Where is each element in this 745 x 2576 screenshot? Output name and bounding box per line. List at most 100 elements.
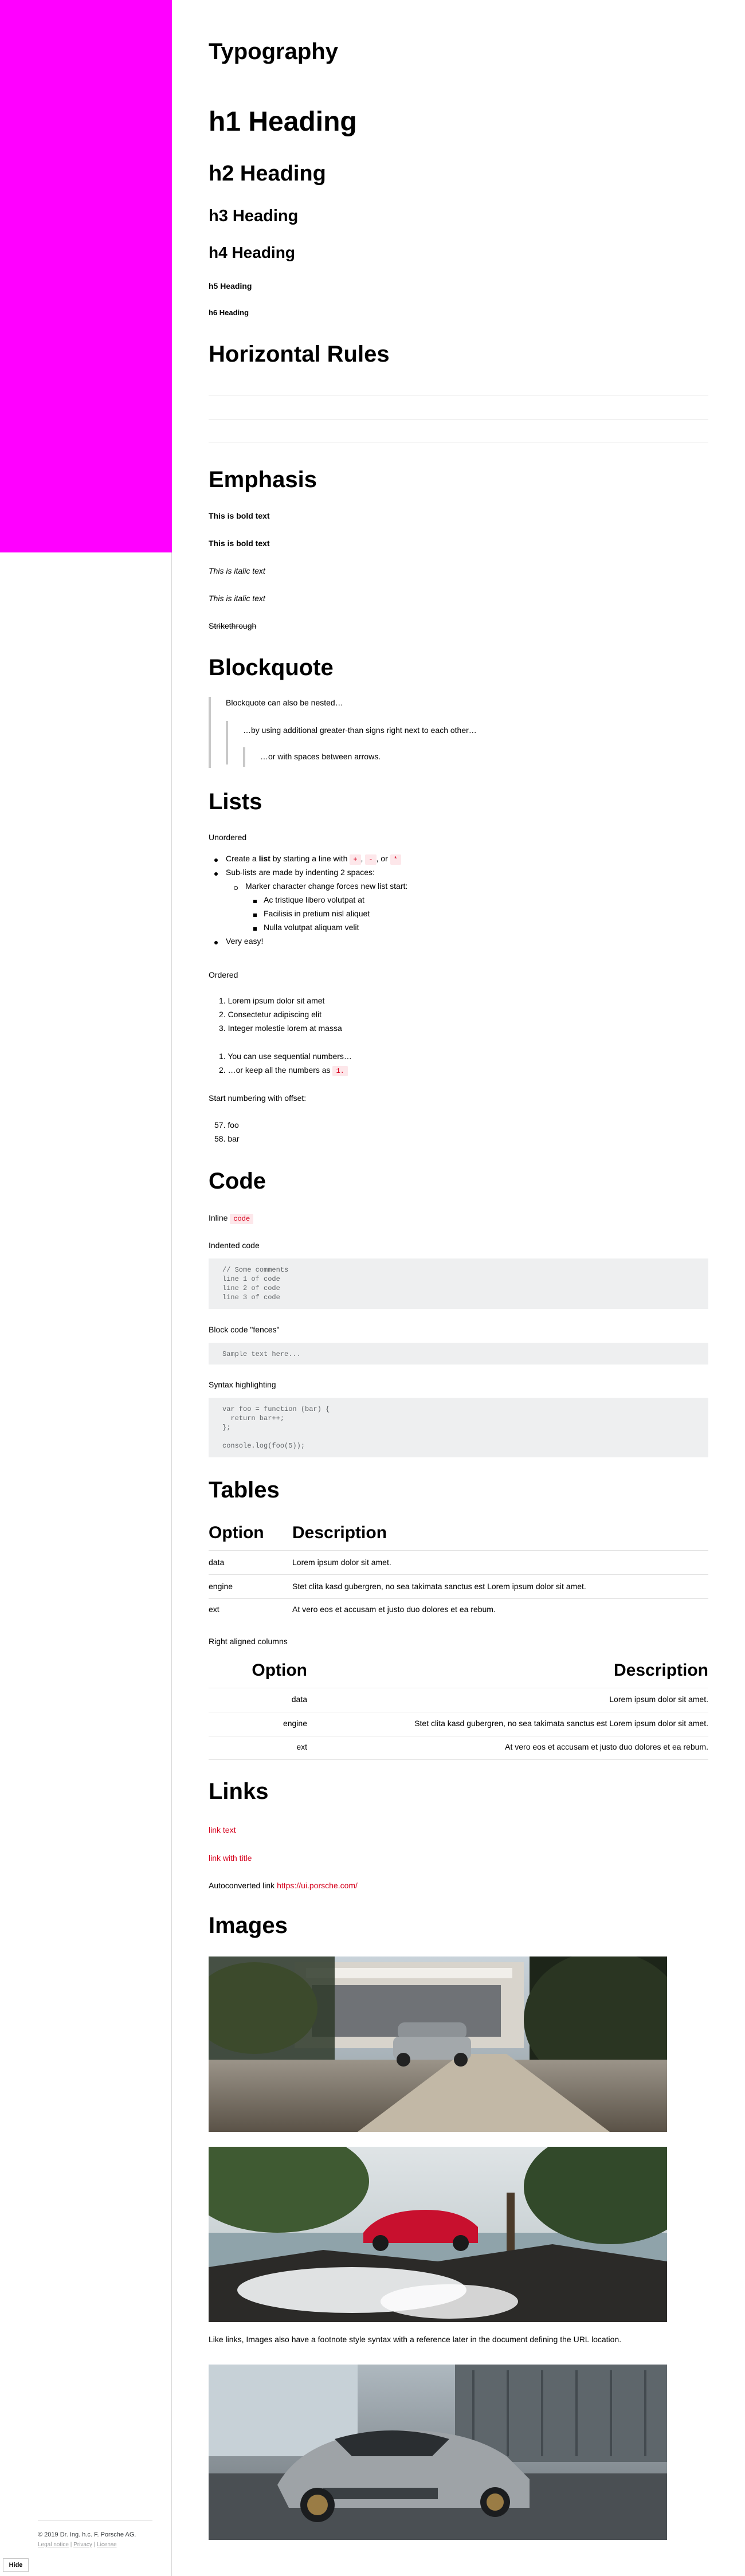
list-item-bold: list [258, 854, 270, 863]
table-cell-description: Lorem ipsum dolor sit amet. [609, 1695, 708, 1704]
bullet-square [253, 913, 257, 917]
strikethrough-text: Strikethrough [209, 621, 257, 630]
ordered-list-item: 57. foo [214, 1120, 239, 1130]
table-cell-option: engine [283, 1719, 307, 1728]
table-left-aligned: Option Description data Lorem ipsum dolo… [209, 1523, 708, 1615]
ordered-list-item: 2. Consectetur adipiscing elit [219, 1010, 321, 1019]
table-right-aligned: Option Description data Lorem ipsum dolo… [209, 1661, 708, 1761]
footer-sep: | [68, 2542, 74, 2548]
ordered-list-item: 2. …or keep all the numbers as 1. [219, 1065, 348, 1076]
image-porsche-gt2rs [209, 2365, 667, 2540]
table-header-description: Description [292, 1523, 387, 1542]
table-cell-option: data [209, 1558, 225, 1567]
bold-text: This is bold text [209, 539, 270, 548]
sidebar: © 2019 Dr. Ing. h.c. F. Porsche AG. Lega… [0, 0, 172, 2576]
section-title-emphasis: Emphasis [209, 467, 317, 492]
h4-heading: h4 Heading [209, 244, 295, 261]
ordered-list-item: 3. Integer molestie lorem at massa [219, 1024, 342, 1033]
list-item: Nulla volutpat aliquam velit [264, 923, 359, 932]
list-label-unordered: Unordered [209, 833, 247, 842]
inline-code-line: Inline code [209, 1213, 708, 1224]
table-row-divider [209, 1550, 708, 1551]
table-row-divider [209, 1759, 708, 1760]
code-block-fences: Sample text here... [209, 1343, 708, 1365]
link-text[interactable]: link text [209, 1825, 708, 1834]
sidebar-brand-area [0, 0, 172, 552]
sidebar-footer: © 2019 Dr. Ing. h.c. F. Porsche AG. Lega… [38, 2520, 152, 2548]
section-title-blockquote: Blockquote [209, 655, 334, 680]
italic-text: This is italic text [209, 566, 265, 575]
h5-heading: h5 Heading [209, 281, 252, 291]
nested-blockquote: …by using additional greater-than signs … [226, 721, 708, 767]
blockquote-text: Blockquote can also be nested… [226, 698, 343, 707]
footer-links: Legal notice | Privacy | License [38, 2542, 152, 2548]
link-with-title[interactable]: link with title [209, 1853, 708, 1863]
bullet-disc [214, 872, 218, 876]
table-cell-description: Stet clita kasd gubergren, no sea takima… [414, 1719, 708, 1728]
code-label-syntax: Syntax highlighting [209, 1380, 276, 1389]
list-item: Create a list by starting a line with +,… [226, 854, 401, 865]
list-label-offset: Start numbering with offset: [209, 1093, 307, 1103]
nested-blockquote: …or with spaces between arrows. [243, 747, 708, 767]
bold-text: This is bold text [209, 511, 270, 520]
table-cell-description: At vero eos et accusam et justo duo dolo… [292, 1605, 496, 1614]
code-block-syntax: var foo = function (bar) { return bar++;… [209, 1398, 708, 1457]
table-cell-description: Stet clita kasd gubergren, no sea takima… [292, 1582, 586, 1591]
footer-sep: | [92, 2542, 97, 2548]
list-item-text: , [360, 854, 363, 863]
ordered-list-item: 1. Lorem ipsum dolor sit amet [219, 996, 325, 1005]
h1-heading: h1 Heading [209, 107, 357, 137]
list-item-text: by starting a line with [270, 854, 350, 863]
image-porsche-boxster [209, 2147, 667, 2322]
table-cell-option: engine [209, 1582, 233, 1591]
table-header-option: Option [252, 1661, 307, 1680]
list-item: Marker character change forces new list … [245, 881, 408, 891]
inline-code: 1. [332, 1066, 348, 1076]
list-item-text: , or [376, 854, 388, 863]
autoconverted-link[interactable]: https://ui.porsche.com/ [277, 1881, 358, 1890]
copyright-text: © 2019 Dr. Ing. h.c. F. Porsche AG. [38, 2531, 136, 2538]
table-cell-description: Lorem ipsum dolor sit amet. [292, 1558, 391, 1567]
image-porsche-house [209, 1956, 667, 2132]
ordered-list-item: 58. bar [214, 1134, 240, 1143]
blockquote: Blockquote can also be nested… …by using… [209, 697, 708, 768]
table-header-description: Description [613, 1661, 708, 1680]
inline-code: + [350, 854, 361, 865]
list-item-text: 2. …or keep all the numbers as [219, 1065, 333, 1075]
inline-code: * [390, 854, 401, 865]
blockquote-text: …by using additional greater-than signs … [243, 726, 477, 735]
list-item: Very easy! [226, 936, 264, 946]
table-cell-option: ext [296, 1742, 307, 1751]
privacy-link[interactable]: Privacy [73, 2542, 92, 2548]
page-title: Typography [209, 39, 338, 64]
list-item: Facilisis in pretium nisl aliquet [264, 909, 370, 918]
code-label-indented: Indented code [209, 1241, 260, 1250]
section-title-hr: Horizontal Rules [209, 342, 390, 367]
table-cell-description: At vero eos et accusam et justo duo dolo… [505, 1742, 708, 1751]
section-title-code: Code [209, 1169, 266, 1194]
bullet-circle [234, 886, 238, 890]
section-title-lists: Lists [209, 789, 262, 814]
autoconverted-link-line: Autoconverted link https://ui.porsche.co… [209, 1881, 708, 1890]
ordered-list-item: 1. You can use sequential numbers… [219, 1052, 352, 1061]
license-link[interactable]: License [97, 2542, 116, 2548]
bullet-disc [214, 858, 218, 862]
inline-code-label: Inline [209, 1213, 230, 1222]
list-label-ordered: Ordered [209, 970, 238, 979]
inline-code: - [365, 854, 377, 865]
bullet-disc [214, 941, 218, 944]
section-title-images: Images [209, 1913, 288, 1938]
section-title-tables: Tables [209, 1477, 280, 1503]
table-cell-option: data [291, 1695, 307, 1704]
h3-heading: h3 Heading [209, 207, 299, 225]
bullet-square [253, 900, 257, 903]
table-label-right-aligned: Right aligned columns [209, 1637, 288, 1646]
images-footnote-text: Like links, Images also have a footnote … [209, 2335, 622, 2344]
autoconverted-link-label: Autoconverted link [209, 1881, 277, 1890]
hide-sidebar-button[interactable]: Hide [3, 2558, 29, 2572]
legal-notice-link[interactable]: Legal notice [38, 2542, 69, 2548]
code-label-fences: Block code "fences" [209, 1325, 280, 1334]
list-item: Ac tristique libero volutpat at [264, 895, 364, 904]
bullet-square [253, 927, 257, 931]
table-row-divider [209, 1574, 708, 1575]
